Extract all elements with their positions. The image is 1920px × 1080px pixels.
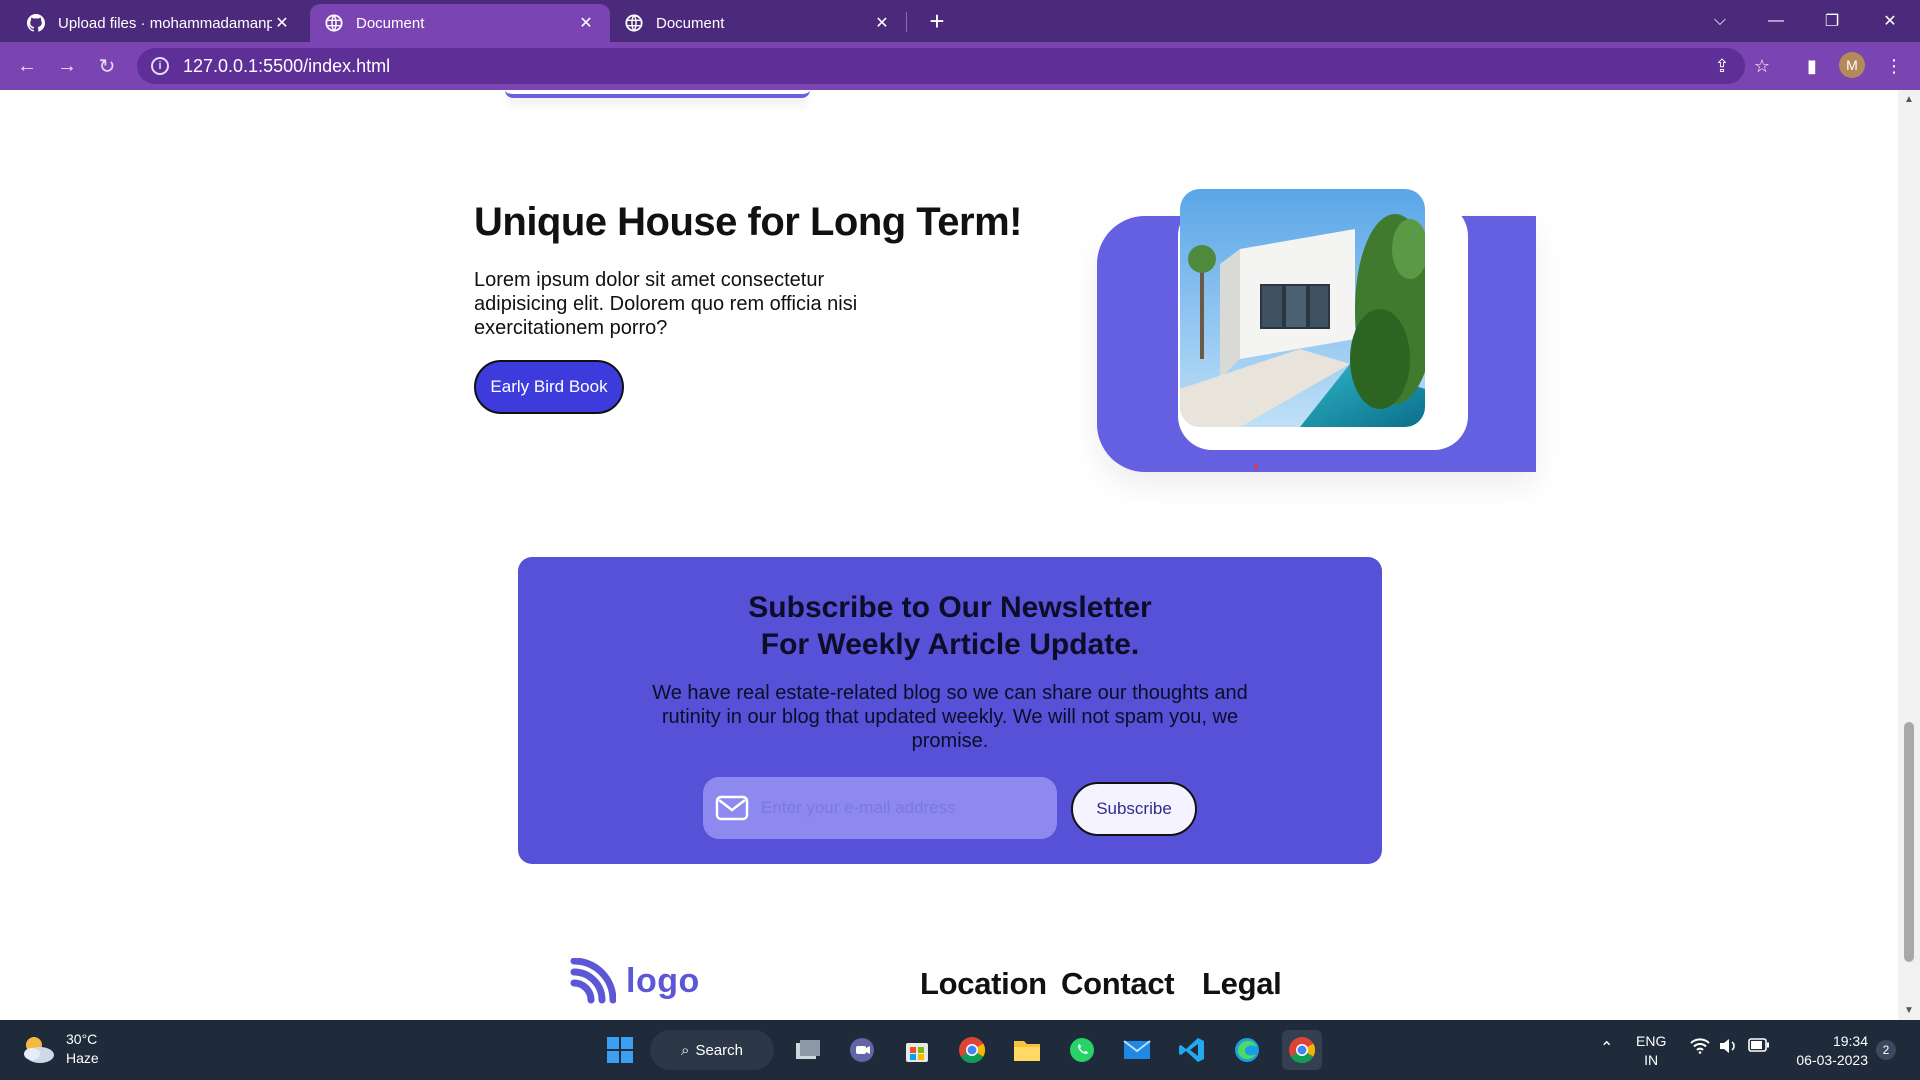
language-indicator[interactable]: ENG IN	[1636, 1032, 1666, 1070]
newsletter-title: Subscribe to Our Newsletter For Weekly A…	[518, 589, 1382, 663]
forward-arrow-icon[interactable]: →	[51, 50, 83, 82]
bookmark-star-icon[interactable]: ☆	[1746, 50, 1778, 82]
clock-date: 06-03-2023	[1796, 1052, 1868, 1068]
tab-upload-files[interactable]: Upload files · mohammadamanpathan ✕	[12, 4, 306, 42]
hero-title: Unique House for Long Term!	[474, 200, 1022, 244]
search-icon: ⌕	[681, 1041, 690, 1059]
clock-time: 19:34	[1832, 1033, 1868, 1049]
close-tab-icon[interactable]: ✕	[576, 13, 596, 33]
region-code: IN	[1644, 1052, 1659, 1068]
restore-button[interactable]: ❐	[1804, 0, 1860, 42]
tab-document[interactable]: Document ✕	[610, 4, 906, 42]
side-panel-icon[interactable]: ▮	[1796, 50, 1828, 82]
decorative-dot	[1254, 465, 1258, 469]
minimize-button[interactable]: —	[1748, 0, 1804, 42]
weather-cloud-sun-icon	[24, 1037, 54, 1063]
previous-section-edge	[505, 90, 810, 98]
newsletter-section: Subscribe to Our Newsletter For Weekly A…	[518, 557, 1382, 864]
email-field-wrapper	[703, 777, 1057, 839]
wifi-icon[interactable]	[1690, 1038, 1710, 1059]
github-icon	[26, 13, 46, 33]
footer-logo[interactable]: logo	[570, 958, 700, 1004]
taskbar-search-button[interactable]: ⌕ Search	[650, 1030, 774, 1070]
footer-link-contact[interactable]: Contact	[1061, 966, 1175, 1002]
mail-app-icon[interactable]	[1117, 1030, 1157, 1070]
volume-icon[interactable]	[1718, 1038, 1738, 1059]
teams-chat-icon[interactable]	[842, 1030, 882, 1070]
email-input[interactable]	[761, 798, 1057, 818]
url-text: 127.0.0.1:5500/index.html	[183, 55, 391, 76]
language-code: ENG	[1636, 1033, 1667, 1049]
early-bird-book-button[interactable]: Early Bird Book	[474, 360, 624, 414]
file-explorer-icon[interactable]	[1007, 1030, 1047, 1070]
subscribe-button[interactable]: Subscribe	[1071, 782, 1197, 836]
tab-document-active[interactable]: Document ✕	[310, 4, 610, 42]
taskbar-search-label: Search	[695, 1041, 743, 1059]
scroll-up-arrow-icon[interactable]: ▲	[1898, 94, 1920, 105]
menu-kebab-icon[interactable]: ⋮	[1878, 50, 1910, 82]
mail-icon	[715, 794, 749, 822]
close-window-button[interactable]: ✕	[1862, 0, 1918, 42]
weather-temperature: 30°C	[66, 1031, 98, 1047]
weather-widget[interactable]: 30°C Haze	[20, 1030, 99, 1068]
task-view-icon[interactable]	[788, 1030, 828, 1070]
chrome-icon[interactable]	[952, 1030, 992, 1070]
browser-tab-bar: Upload files · mohammadamanpathan ✕ Docu…	[0, 0, 1920, 42]
vscode-icon[interactable]	[1172, 1030, 1212, 1070]
site-info-icon[interactable]: i	[151, 57, 169, 75]
chrome-active-icon[interactable]	[1282, 1030, 1322, 1070]
profile-avatar[interactable]: M	[1839, 52, 1865, 78]
new-tab-button[interactable]: +	[922, 6, 952, 36]
scroll-down-arrow-icon[interactable]: ▼	[1898, 1005, 1920, 1016]
tab-separator	[906, 12, 907, 32]
newsletter-title-line2: For Weekly Article Update.	[760, 628, 1140, 661]
battery-icon[interactable]	[1748, 1038, 1770, 1057]
page-viewport: Unique House for Long Term! Lorem ipsum …	[0, 90, 1898, 1020]
browser-toolbar: ← → ↻ i 127.0.0.1:5500/index.html ⇪ ☆ ▮ …	[0, 42, 1920, 90]
logo-text: logo	[626, 961, 700, 1000]
close-tab-icon[interactable]: ✕	[272, 13, 292, 33]
reload-icon[interactable]: ↻	[91, 50, 123, 82]
notification-badge[interactable]: 2	[1876, 1040, 1896, 1060]
tab-search-chevron-icon[interactable]: ⌵	[1692, 0, 1748, 42]
address-bar[interactable]: i 127.0.0.1:5500/index.html	[137, 48, 1745, 84]
chevron-up-icon[interactable]: ⌃	[1600, 1038, 1613, 1058]
house-photo	[1180, 189, 1425, 427]
windows-taskbar: 30°C Haze ⌕ Search ⌃ ENG IN 19:34 06-03-…	[0, 1020, 1920, 1080]
newsletter-title-line1: Subscribe to Our Newsletter	[748, 591, 1152, 624]
tab-title: Document	[656, 14, 725, 32]
microsoft-store-icon[interactable]	[897, 1030, 937, 1070]
globe-icon	[324, 13, 344, 33]
page-scrollbar[interactable]: ▲ ▼	[1898, 90, 1920, 1020]
system-clock[interactable]: 19:34 06-03-2023	[1782, 1032, 1868, 1070]
newsletter-description: We have real estate-related blog so we c…	[652, 682, 1248, 752]
scrollbar-thumb[interactable]	[1904, 722, 1914, 962]
windows-start-icon[interactable]	[600, 1030, 640, 1070]
tab-title: Document	[356, 14, 425, 32]
weather-description: Haze	[66, 1050, 99, 1066]
hero-description: Lorem ipsum dolor sit amet consectetur a…	[474, 269, 858, 339]
share-icon[interactable]: ⇪	[1706, 50, 1738, 82]
logo-icon	[570, 958, 616, 1004]
whatsapp-icon[interactable]	[1062, 1030, 1102, 1070]
globe-icon	[624, 13, 644, 33]
footer-link-location[interactable]: Location	[920, 966, 1047, 1002]
footer-link-legal[interactable]: Legal	[1202, 966, 1282, 1002]
tab-title: Upload files · mohammadamanpathan	[58, 14, 272, 32]
edge-icon[interactable]	[1227, 1030, 1267, 1070]
back-arrow-icon[interactable]: ←	[11, 50, 43, 82]
close-tab-icon[interactable]: ✕	[872, 13, 892, 33]
